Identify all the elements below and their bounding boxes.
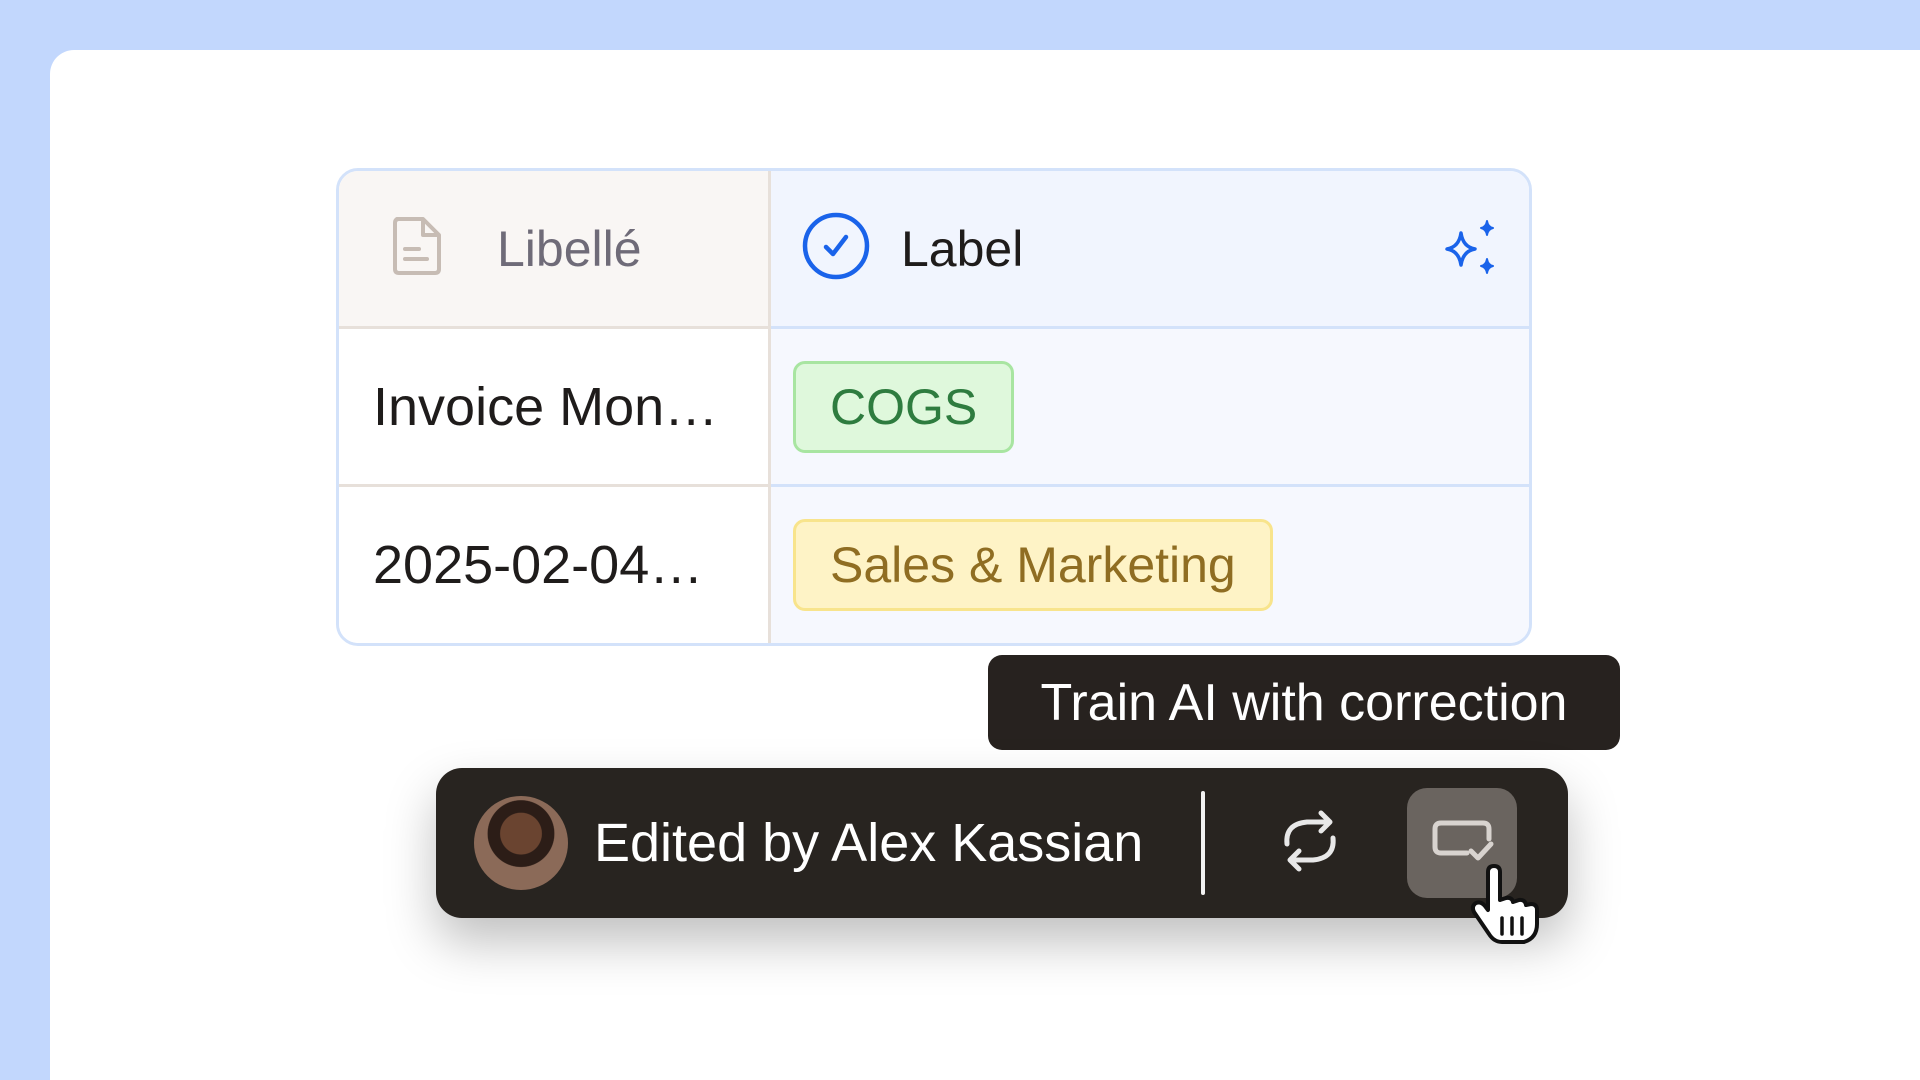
label-tag[interactable]: COGS [793, 360, 1015, 453]
table-cell-libelle[interactable]: Invoice Mon… [339, 329, 771, 487]
pointer-cursor-icon [1466, 862, 1546, 951]
column-header-label: Libellé [497, 220, 642, 277]
column-header-label: Label [901, 220, 1024, 277]
table-cell-libelle[interactable]: 2025-02-04… [339, 487, 771, 643]
avatar [474, 796, 568, 890]
table-cell-label[interactable]: Sales & Marketing [771, 487, 1529, 643]
toolbar-divider [1201, 791, 1206, 895]
check-circle-icon [801, 211, 871, 286]
sparkle-icon[interactable] [1439, 219, 1501, 286]
tooltip: Train AI with correction [988, 655, 1620, 750]
refresh-button[interactable] [1255, 788, 1365, 898]
column-header-label-ai[interactable]: Label [771, 171, 1529, 329]
label-tag[interactable]: Sales & Marketing [793, 519, 1273, 611]
edit-toolbar: Edited by Alex Kassian [436, 768, 1568, 918]
edited-by-text: Edited by Alex Kassian [594, 813, 1144, 873]
data-table: Libellé Label Invoice Mon… COGS 2025-02-… [336, 168, 1532, 646]
column-header-libelle[interactable]: Libellé [339, 171, 771, 329]
document-icon [389, 215, 445, 282]
refresh-icon [1275, 806, 1345, 881]
table-cell-label[interactable]: COGS [771, 329, 1529, 487]
